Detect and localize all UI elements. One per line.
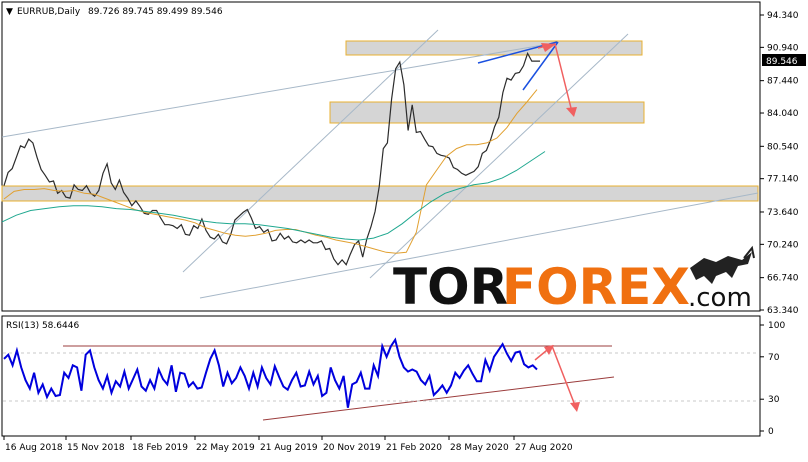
- price-tick-label: 90.940: [767, 43, 799, 53]
- price-tick-label: 84.040: [767, 109, 799, 119]
- time-tick-label: 18 Feb 2019: [132, 443, 188, 453]
- time-tick-label: 21 Feb 2020: [386, 443, 442, 453]
- time-tick-label: 16 Aug 2018: [5, 443, 63, 453]
- support-zone-middle: [329, 101, 645, 124]
- rsi-axis: 100 70 30 0: [760, 321, 785, 437]
- chart-svg: 94.340 90.940 87.440 84.040 80.540 77.140 73.6…: [1, 1, 806, 453]
- watermark-tor: TOR: [393, 258, 508, 316]
- ohlc-label: 89.726 89.745 89.499 89.546: [88, 7, 223, 17]
- time-tick-label: 27 Aug 2020: [515, 443, 573, 453]
- watermark-dotcom: .com: [688, 283, 752, 313]
- last-price-marker: 89.546: [766, 57, 798, 67]
- rsi-plot-frame: [1, 315, 761, 437]
- time-tick-label: 15 Nov 2018: [67, 443, 125, 453]
- price-tick-label: 66.740: [767, 274, 799, 284]
- time-tick-label: 20 Nov 2019: [323, 443, 381, 453]
- time-tick-label: 28 May 2020: [450, 443, 509, 453]
- chart-root: 94.340 90.940 87.440 84.040 80.540 77.140 73.6…: [0, 0, 808, 458]
- symbol-label: EURRUB,Daily: [17, 7, 81, 17]
- rsi-tick-label: 30: [768, 395, 780, 405]
- price-tick-label: 87.440: [767, 77, 799, 87]
- price-tick-label: 80.540: [767, 142, 799, 152]
- rsi-label: RSI(13) 58.6446: [6, 321, 79, 331]
- time-tick-label: 22 May 2019: [196, 443, 255, 453]
- price-tick-label: 63.340: [767, 306, 799, 316]
- time-tick-label: 21 Aug 2019: [260, 443, 318, 453]
- rsi-tick-label: 70: [768, 353, 780, 363]
- watermark-forex: FOREX: [502, 258, 690, 316]
- rsi-tick-label: 0: [768, 427, 774, 437]
- price-tick-label: 94.340: [767, 11, 799, 21]
- price-tick-label: 73.640: [767, 208, 799, 218]
- price-tick-label: 77.140: [767, 175, 799, 185]
- time-axis: 16 Aug 2018 15 Nov 2018 18 Feb 2019 22 May …: [3, 436, 573, 453]
- rsi-tick-label: 100: [768, 321, 785, 331]
- chart-collapse-icon[interactable]: ▼: [6, 7, 13, 17]
- price-tick-label: 70.240: [767, 240, 799, 250]
